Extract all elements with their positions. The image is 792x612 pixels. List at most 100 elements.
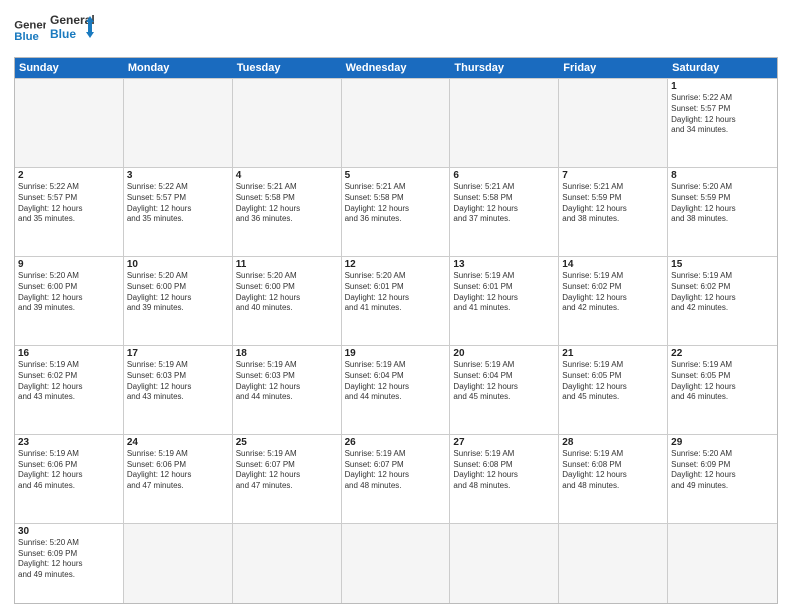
- day-cell: 28Sunrise: 5:19 AM Sunset: 6:08 PM Dayli…: [559, 435, 668, 523]
- day-info: Sunrise: 5:19 AM Sunset: 6:08 PM Dayligh…: [453, 449, 555, 492]
- day-header-saturday: Saturday: [668, 58, 777, 78]
- day-cell: 15Sunrise: 5:19 AM Sunset: 6:02 PM Dayli…: [668, 257, 777, 345]
- day-cell: 8Sunrise: 5:20 AM Sunset: 5:59 PM Daylig…: [668, 168, 777, 256]
- day-number: 4: [236, 170, 338, 181]
- day-number: 30: [18, 526, 120, 537]
- day-cell: [559, 79, 668, 167]
- day-cell: 11Sunrise: 5:20 AM Sunset: 6:00 PM Dayli…: [233, 257, 342, 345]
- day-cell: 17Sunrise: 5:19 AM Sunset: 6:03 PM Dayli…: [124, 346, 233, 434]
- day-cell: 13Sunrise: 5:19 AM Sunset: 6:01 PM Dayli…: [450, 257, 559, 345]
- day-cell: [342, 524, 451, 603]
- day-number: 19: [345, 348, 447, 359]
- day-cell: [559, 524, 668, 603]
- day-cell: 2Sunrise: 5:22 AM Sunset: 5:57 PM Daylig…: [15, 168, 124, 256]
- day-info: Sunrise: 5:20 AM Sunset: 6:01 PM Dayligh…: [345, 271, 447, 314]
- day-cell: [233, 79, 342, 167]
- day-number: 17: [127, 348, 229, 359]
- day-info: Sunrise: 5:22 AM Sunset: 5:57 PM Dayligh…: [671, 93, 774, 136]
- day-cell: 25Sunrise: 5:19 AM Sunset: 6:07 PM Dayli…: [233, 435, 342, 523]
- svg-text:Blue: Blue: [14, 30, 39, 42]
- day-number: 2: [18, 170, 120, 181]
- day-cell: 23Sunrise: 5:19 AM Sunset: 6:06 PM Dayli…: [15, 435, 124, 523]
- page-header: General Blue General Blue: [14, 10, 778, 51]
- week-row-5: 23Sunrise: 5:19 AM Sunset: 6:06 PM Dayli…: [15, 434, 777, 523]
- day-info: Sunrise: 5:19 AM Sunset: 6:03 PM Dayligh…: [236, 360, 338, 403]
- day-cell: 27Sunrise: 5:19 AM Sunset: 6:08 PM Dayli…: [450, 435, 559, 523]
- day-cell: 18Sunrise: 5:19 AM Sunset: 6:03 PM Dayli…: [233, 346, 342, 434]
- day-number: 11: [236, 259, 338, 270]
- day-number: 23: [18, 437, 120, 448]
- day-cell: [668, 524, 777, 603]
- day-cell: [342, 79, 451, 167]
- day-info: Sunrise: 5:19 AM Sunset: 6:06 PM Dayligh…: [18, 449, 120, 492]
- day-cell: 19Sunrise: 5:19 AM Sunset: 6:04 PM Dayli…: [342, 346, 451, 434]
- calendar: SundayMondayTuesdayWednesdayThursdayFrid…: [14, 57, 778, 604]
- week-row-4: 16Sunrise: 5:19 AM Sunset: 6:02 PM Dayli…: [15, 345, 777, 434]
- day-cell: [124, 79, 233, 167]
- day-info: Sunrise: 5:19 AM Sunset: 6:07 PM Dayligh…: [236, 449, 338, 492]
- day-info: Sunrise: 5:20 AM Sunset: 6:09 PM Dayligh…: [671, 449, 774, 492]
- logo: General Blue General Blue: [14, 10, 94, 51]
- day-number: 3: [127, 170, 229, 181]
- day-number: 26: [345, 437, 447, 448]
- day-info: Sunrise: 5:19 AM Sunset: 6:03 PM Dayligh…: [127, 360, 229, 403]
- day-cell: 7Sunrise: 5:21 AM Sunset: 5:59 PM Daylig…: [559, 168, 668, 256]
- day-number: 28: [562, 437, 664, 448]
- day-number: 12: [345, 259, 447, 270]
- day-info: Sunrise: 5:21 AM Sunset: 5:59 PM Dayligh…: [562, 182, 664, 225]
- day-info: Sunrise: 5:19 AM Sunset: 6:04 PM Dayligh…: [453, 360, 555, 403]
- day-header-wednesday: Wednesday: [342, 58, 451, 78]
- day-info: Sunrise: 5:19 AM Sunset: 6:07 PM Dayligh…: [345, 449, 447, 492]
- day-number: 14: [562, 259, 664, 270]
- day-header-friday: Friday: [559, 58, 668, 78]
- day-cell: [15, 79, 124, 167]
- day-number: 13: [453, 259, 555, 270]
- day-cell: [450, 79, 559, 167]
- day-info: Sunrise: 5:19 AM Sunset: 6:05 PM Dayligh…: [562, 360, 664, 403]
- day-cell: 29Sunrise: 5:20 AM Sunset: 6:09 PM Dayli…: [668, 435, 777, 523]
- day-cell: 3Sunrise: 5:22 AM Sunset: 5:57 PM Daylig…: [124, 168, 233, 256]
- day-info: Sunrise: 5:19 AM Sunset: 6:02 PM Dayligh…: [18, 360, 120, 403]
- day-cell: 21Sunrise: 5:19 AM Sunset: 6:05 PM Dayli…: [559, 346, 668, 434]
- day-number: 24: [127, 437, 229, 448]
- day-info: Sunrise: 5:19 AM Sunset: 6:02 PM Dayligh…: [671, 271, 774, 314]
- day-number: 25: [236, 437, 338, 448]
- day-number: 5: [345, 170, 447, 181]
- svg-text:General: General: [14, 19, 46, 31]
- day-cell: 12Sunrise: 5:20 AM Sunset: 6:01 PM Dayli…: [342, 257, 451, 345]
- day-info: Sunrise: 5:20 AM Sunset: 5:59 PM Dayligh…: [671, 182, 774, 225]
- day-info: Sunrise: 5:19 AM Sunset: 6:04 PM Dayligh…: [345, 360, 447, 403]
- day-number: 8: [671, 170, 774, 181]
- week-row-3: 9Sunrise: 5:20 AM Sunset: 6:00 PM Daylig…: [15, 256, 777, 345]
- day-cell: 22Sunrise: 5:19 AM Sunset: 6:05 PM Dayli…: [668, 346, 777, 434]
- day-cell: 14Sunrise: 5:19 AM Sunset: 6:02 PM Dayli…: [559, 257, 668, 345]
- day-info: Sunrise: 5:20 AM Sunset: 6:00 PM Dayligh…: [236, 271, 338, 314]
- day-number: 29: [671, 437, 774, 448]
- day-cell: 1Sunrise: 5:22 AM Sunset: 5:57 PM Daylig…: [668, 79, 777, 167]
- day-cell: 26Sunrise: 5:19 AM Sunset: 6:07 PM Dayli…: [342, 435, 451, 523]
- day-number: 15: [671, 259, 774, 270]
- day-number: 21: [562, 348, 664, 359]
- day-info: Sunrise: 5:20 AM Sunset: 6:09 PM Dayligh…: [18, 538, 120, 581]
- day-info: Sunrise: 5:21 AM Sunset: 5:58 PM Dayligh…: [345, 182, 447, 225]
- day-header-monday: Monday: [124, 58, 233, 78]
- day-info: Sunrise: 5:19 AM Sunset: 6:02 PM Dayligh…: [562, 271, 664, 314]
- day-info: Sunrise: 5:19 AM Sunset: 6:05 PM Dayligh…: [671, 360, 774, 403]
- day-info: Sunrise: 5:21 AM Sunset: 5:58 PM Dayligh…: [236, 182, 338, 225]
- week-row-2: 2Sunrise: 5:22 AM Sunset: 5:57 PM Daylig…: [15, 167, 777, 256]
- day-info: Sunrise: 5:22 AM Sunset: 5:57 PM Dayligh…: [18, 182, 120, 225]
- day-cell: 10Sunrise: 5:20 AM Sunset: 6:00 PM Dayli…: [124, 257, 233, 345]
- day-header-tuesday: Tuesday: [233, 58, 342, 78]
- day-number: 18: [236, 348, 338, 359]
- day-info: Sunrise: 5:22 AM Sunset: 5:57 PM Dayligh…: [127, 182, 229, 225]
- day-cell: [233, 524, 342, 603]
- day-info: Sunrise: 5:19 AM Sunset: 6:01 PM Dayligh…: [453, 271, 555, 314]
- day-cell: 24Sunrise: 5:19 AM Sunset: 6:06 PM Dayli…: [124, 435, 233, 523]
- day-info: Sunrise: 5:20 AM Sunset: 6:00 PM Dayligh…: [18, 271, 120, 314]
- day-number: 27: [453, 437, 555, 448]
- day-cell: 16Sunrise: 5:19 AM Sunset: 6:02 PM Dayli…: [15, 346, 124, 434]
- day-number: 22: [671, 348, 774, 359]
- week-row-1: 1Sunrise: 5:22 AM Sunset: 5:57 PM Daylig…: [15, 78, 777, 167]
- day-cell: [450, 524, 559, 603]
- svg-text:Blue: Blue: [50, 27, 76, 41]
